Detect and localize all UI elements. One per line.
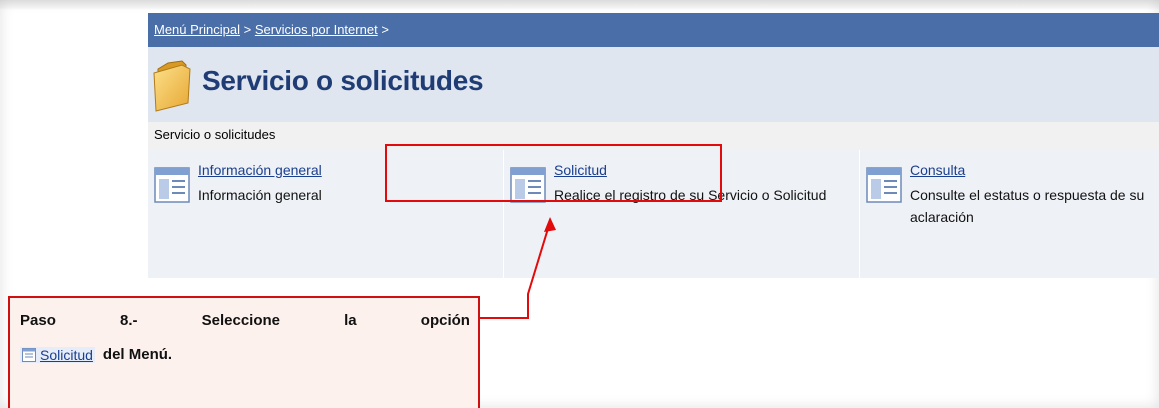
solicitud-sample-link: Solicitud: [20, 346, 95, 363]
breadcrumb-item-menu-principal[interactable]: Menú Principal: [154, 22, 240, 37]
folder-icon: [153, 60, 191, 112]
instruction-word: Paso: [20, 312, 56, 329]
breadcrumb-separator: >: [381, 22, 389, 37]
document-icon: [866, 167, 902, 203]
page-title: Servicio o solicitudes: [202, 65, 484, 96]
instruction-tail: del Menú.: [102, 346, 173, 363]
instruction-word: 8.-: [119, 312, 138, 329]
instruction-line-1: Paso 8.- Seleccione la opción: [20, 312, 470, 329]
breadcrumb-separator: >: [243, 22, 252, 37]
instruction-note: Paso 8.- Seleccione la opción Solicitud …: [8, 296, 480, 408]
solicitud-link-label: Solicitud: [40, 346, 93, 363]
instruction-line-2: Solicitud del Menú.: [20, 346, 172, 363]
breadcrumb: Menú Principal > Servicios por Internet …: [148, 13, 1159, 47]
instruction-word: opción: [420, 312, 470, 329]
menu-card-description: Consulte el estatus o respuesta de su ac…: [910, 187, 1145, 225]
menu-card-title[interactable]: Información general: [198, 162, 322, 178]
instruction-word: Seleccione: [201, 312, 281, 329]
page-header: Servicio o solicitudes: [148, 47, 1159, 122]
screenshot-frame: Menú Principal > Servicios por Internet …: [0, 0, 1159, 408]
highlight-callout-box: [385, 144, 722, 202]
menu-card-title[interactable]: Consulta: [910, 162, 965, 178]
instruction-word: la: [344, 312, 357, 329]
document-icon: [22, 347, 36, 362]
document-icon: [154, 167, 190, 203]
breadcrumb-item-servicios-internet[interactable]: Servicios por Internet: [255, 22, 378, 37]
menu-card-consulta[interactable]: Consulta Consulte el estatus o respuesta…: [860, 158, 1159, 278]
